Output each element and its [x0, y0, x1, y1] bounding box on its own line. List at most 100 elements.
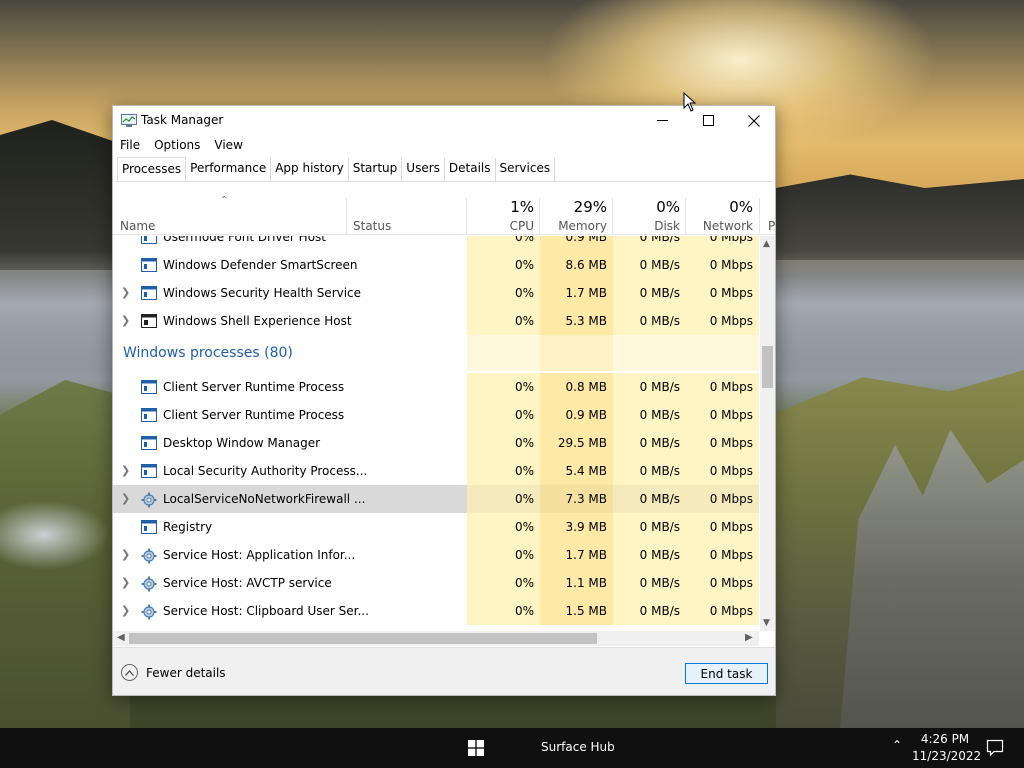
network-value: 0 Mbps	[686, 429, 759, 457]
tab-app-history[interactable]: App history	[271, 158, 349, 181]
menu-options[interactable]: Options	[147, 136, 207, 156]
tab-processes[interactable]: Processes	[117, 157, 187, 181]
expand-chevron-icon[interactable]: ❯	[121, 464, 130, 477]
title-bar[interactable]: Task Manager	[113, 106, 775, 135]
start-button[interactable]	[456, 728, 496, 768]
footer-bar: Fewer details End task	[113, 647, 775, 695]
column-power-partial[interactable]: P	[768, 219, 775, 233]
table-row[interactable]: ❯ Service Host: Clipboard User Ser... 0% 1.…	[113, 597, 759, 625]
disk-value: 0 MB/s	[613, 513, 686, 541]
disk-value: 0 MB/s	[613, 541, 686, 569]
cpu-value: 0%	[467, 373, 540, 401]
notification-center-icon[interactable]	[986, 739, 1004, 757]
table-row[interactable]: ❯ LocalServiceNoNetworkFirewall ... 0% 7.3 …	[113, 485, 759, 513]
tab-users[interactable]: Users	[402, 158, 445, 181]
process-name: Usermode Font Driver Host	[163, 236, 326, 244]
vertical-scrollbar[interactable]: ▲ ▼	[760, 236, 775, 631]
table-row[interactable]: ❯ Service Host: AVCTP service 0% 1.1 MB 0 MB…	[113, 569, 759, 597]
close-button[interactable]	[731, 106, 777, 135]
wallpaper-mountain-right	[776, 174, 1024, 260]
tab-details[interactable]: Details	[444, 158, 496, 181]
process-name: Windows Defender SmartScreen	[163, 258, 358, 272]
column-divider[interactable]	[759, 198, 760, 235]
table-row[interactable]: Desktop Window Manager 0% 29.5 MB 0 MB/s 0 M…	[113, 429, 759, 457]
table-row[interactable]: Client Server Runtime Process 0% 0.8 MB 0 M…	[113, 373, 759, 401]
cpu-value: 0%	[467, 597, 540, 625]
fewer-details-button[interactable]	[121, 664, 138, 681]
column-memory[interactable]: 29% Memory	[540, 194, 613, 235]
cpu-value: 0%	[467, 429, 540, 457]
process-name: Desktop Window Manager	[163, 436, 321, 450]
column-disk[interactable]: 0% Disk	[613, 194, 686, 235]
process-name: Windows Security Health Service	[163, 286, 362, 300]
horizontal-scrollbar[interactable]: ◀ ▶	[113, 631, 759, 646]
horizontal-scroll-thumb[interactable]	[129, 633, 597, 644]
menu-file[interactable]: File	[113, 136, 147, 156]
memory-value: 29.5 MB	[540, 429, 613, 457]
minimize-button[interactable]	[639, 106, 685, 135]
scroll-right-icon[interactable]: ▶	[745, 632, 753, 643]
disk-value: 0 MB/s	[613, 279, 686, 307]
group-title: Windows processes (80)	[123, 345, 293, 361]
memory-value: 0.9 MB	[540, 236, 613, 251]
table-row[interactable]: ❯ Service Host: Application Infor... 0% 1.7…	[113, 541, 759, 569]
menu-view[interactable]: View	[207, 136, 249, 156]
clock-date[interactable]: 11/23/2022	[912, 749, 981, 763]
cpu-value: 0%	[467, 307, 540, 335]
column-name[interactable]: ⌃ Name	[113, 194, 346, 235]
scroll-up-icon[interactable]: ▲	[763, 239, 770, 249]
column-cpu[interactable]: 1% CPU	[467, 194, 540, 235]
scroll-down-icon[interactable]: ▼	[763, 618, 770, 628]
vertical-scroll-thumb[interactable]	[762, 346, 773, 388]
memory-value: 1.1 MB	[540, 569, 613, 597]
process-list: Usermode Font Driver Host 0% 0.9 MB 0 MB/s 0…	[113, 236, 759, 631]
minimize-icon	[656, 120, 668, 121]
table-row[interactable]: Windows Defender SmartScreen 0% 8.6 MB 0 MB…	[113, 251, 759, 279]
window-title: Task Manager	[141, 113, 224, 127]
memory-total-percent: 29%	[573, 198, 607, 216]
column-network[interactable]: 0% Network	[686, 194, 759, 235]
process-name: Service Host: AVCTP service	[163, 576, 332, 590]
cpu-value: 0%	[467, 236, 540, 251]
process-name: Service Host: Clipboard User Ser...	[163, 604, 369, 618]
taskbar: Surface Hub ⌃ 4:26 PM 11/23/2022	[0, 728, 1024, 768]
table-row[interactable]: Client Server Runtime Process 0% 0.9 MB 0 M…	[113, 401, 759, 429]
process-icon	[141, 236, 157, 244]
expand-chevron-icon[interactable]: ❯	[121, 548, 130, 561]
cpu-value: 0%	[467, 513, 540, 541]
end-task-button[interactable]: End task	[685, 663, 768, 684]
expand-chevron-icon[interactable]: ❯	[121, 604, 130, 617]
expand-chevron-icon[interactable]: ❯	[121, 576, 130, 589]
column-status[interactable]: Status	[347, 194, 467, 235]
disk-value: 0 MB/s	[613, 457, 686, 485]
tab-performance[interactable]: Performance	[186, 158, 272, 181]
table-row[interactable]: ❯ Windows Security Health Service 0% 1.7 MB…	[113, 279, 759, 307]
column-name-label: Name	[120, 219, 156, 233]
memory-value: 3.9 MB	[540, 513, 613, 541]
clock-time[interactable]: 4:26 PM	[918, 732, 972, 746]
table-row[interactable]: Usermode Font Driver Host 0% 0.9 MB 0 MB/s 0…	[113, 236, 759, 251]
tab-services[interactable]: Services	[495, 158, 556, 181]
column-disk-label: Disk	[654, 219, 680, 233]
expand-chevron-icon[interactable]: ❯	[121, 492, 130, 505]
memory-value: 5.4 MB	[540, 457, 613, 485]
process-name: Local Security Authority Process...	[163, 464, 368, 478]
memory-value: 7.3 MB	[540, 485, 613, 513]
taskbar-surface-hub[interactable]: Surface Hub	[541, 740, 615, 754]
table-row[interactable]: Registry 0% 3.9 MB 0 MB/s 0 Mbps	[113, 513, 759, 541]
cpu-value: 0%	[467, 401, 540, 429]
tab-startup[interactable]: Startup	[348, 158, 403, 181]
scroll-left-icon[interactable]: ◀	[117, 632, 125, 643]
group-header-windows-processes[interactable]: Windows processes (80)	[113, 335, 759, 371]
fewer-details-label[interactable]: Fewer details	[146, 666, 226, 680]
table-row[interactable]: ❯ Windows Shell Experience Host 0% 5.3 MB 0 …	[113, 307, 759, 335]
expand-chevron-icon[interactable]: ❯	[121, 314, 130, 327]
disk-value: 0 MB/s	[613, 236, 686, 251]
gear-icon	[141, 604, 157, 620]
gear-icon	[141, 576, 157, 592]
show-hidden-icons-chevron-icon[interactable]: ⌃	[892, 738, 902, 752]
expand-chevron-icon[interactable]: ❯	[121, 286, 130, 299]
process-icon	[141, 436, 157, 450]
network-value: 0 Mbps	[686, 541, 759, 569]
table-row[interactable]: ❯ Local Security Authority Process... 0% 5.…	[113, 457, 759, 485]
